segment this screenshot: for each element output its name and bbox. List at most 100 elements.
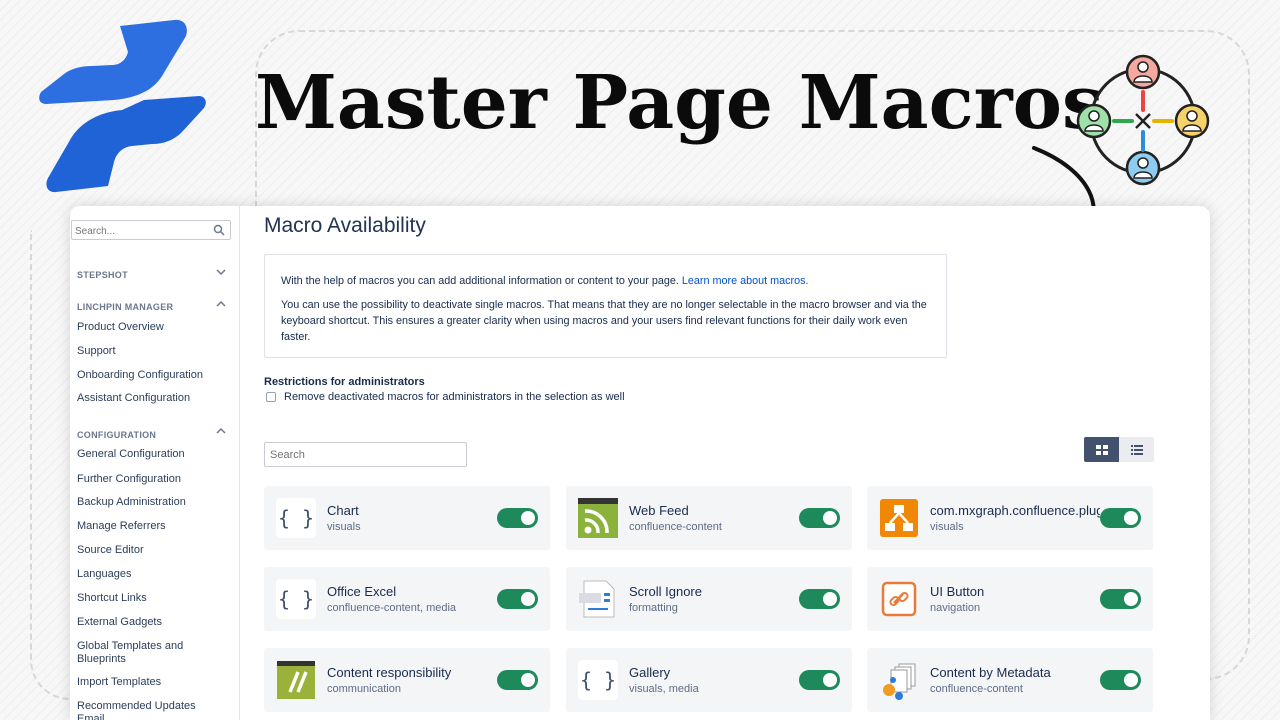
toggle-knob bbox=[1124, 511, 1138, 525]
info-paragraph-2: You can use the possibility to deactivat… bbox=[281, 299, 927, 343]
sidebar-section-configuration[interactable]: CONFIGURATION bbox=[77, 430, 156, 440]
macro-toggle[interactable] bbox=[497, 670, 538, 690]
toggle-knob bbox=[521, 592, 535, 606]
macro-name: UI Button bbox=[930, 584, 985, 599]
macro-category: confluence-content bbox=[930, 683, 1023, 695]
list-view-button[interactable] bbox=[1119, 437, 1154, 462]
macro-toggle[interactable] bbox=[497, 589, 538, 609]
sidebar-item-shortcut-links[interactable]: Shortcut Links bbox=[77, 592, 147, 604]
info-box: With the help of macros you can add addi… bbox=[264, 254, 947, 358]
macro-name: Scroll Ignore bbox=[629, 584, 702, 599]
macro-toggle[interactable] bbox=[1100, 508, 1141, 528]
macro-category: visuals bbox=[930, 521, 964, 533]
chevron-up-icon[interactable] bbox=[216, 300, 226, 308]
ignore-document-icon bbox=[579, 580, 615, 618]
braces-icon: { } bbox=[276, 579, 316, 619]
macro-category: formatting bbox=[629, 602, 678, 614]
confluence-logo-icon bbox=[39, 19, 206, 193]
link-button-icon bbox=[881, 581, 917, 617]
macro-toggle[interactable] bbox=[1100, 589, 1141, 609]
info-paragraph: With the help of macros you can add addi… bbox=[281, 273, 930, 289]
sidebar-item-product-overview[interactable]: Product Overview bbox=[77, 321, 164, 333]
metadata-pages-icon bbox=[883, 663, 916, 700]
macro-category: visuals, media bbox=[629, 683, 699, 695]
search-icon[interactable] bbox=[213, 224, 225, 236]
toggle-knob bbox=[823, 511, 837, 525]
sidebar-item-global-templates[interactable]: Global Templates and Blueprints bbox=[77, 640, 207, 666]
macro-card[interactable]: { } Gallery visuals, media bbox=[566, 648, 852, 712]
macro-name: Chart bbox=[327, 503, 359, 518]
sidebar-item-recommended-updates-email[interactable]: Recommended Updates Email bbox=[77, 700, 217, 720]
sidebar-item-further-configuration[interactable]: Further Configuration bbox=[77, 473, 181, 485]
macro-name: Web Feed bbox=[629, 503, 689, 518]
sidebar-item-manage-referrers[interactable]: Manage Referrers bbox=[77, 520, 166, 532]
braces-icon: { } bbox=[578, 660, 618, 700]
view-toggle bbox=[1084, 437, 1154, 462]
toggle-knob bbox=[1124, 673, 1138, 687]
toggle-knob bbox=[1124, 592, 1138, 606]
macro-toggle[interactable] bbox=[799, 589, 840, 609]
macro-toggle[interactable] bbox=[799, 670, 840, 690]
sidebar-item-external-gadgets[interactable]: External Gadgets bbox=[77, 616, 162, 628]
macro-card[interactable]: Scroll Ignore formatting bbox=[566, 567, 852, 631]
headline: Master Page Macros bbox=[255, 60, 1104, 146]
sidebar-item-source-editor[interactable]: Source Editor bbox=[77, 544, 144, 556]
sidebar-item-import-templates[interactable]: Import Templates bbox=[77, 676, 161, 688]
app-window: STEPSHOT LINCHPIN MANAGER Product Overvi… bbox=[70, 206, 1210, 720]
toggle-knob bbox=[521, 673, 535, 687]
braces-icon: { } bbox=[276, 498, 316, 538]
chevron-up-icon[interactable] bbox=[216, 427, 226, 435]
macro-search[interactable] bbox=[264, 442, 467, 467]
grid-icon bbox=[1095, 444, 1108, 455]
macro-name: com.mxgraph.confluence.plugins bbox=[930, 503, 1100, 518]
sidebar-section-stepshot[interactable]: STEPSHOT bbox=[77, 270, 128, 280]
restrictions-title: Restrictions for administrators bbox=[264, 376, 425, 388]
macro-name: Gallery bbox=[629, 665, 671, 680]
toggle-knob bbox=[521, 511, 535, 525]
macro-card[interactable]: com.mxgraph.confluence.plugins visuals bbox=[867, 486, 1153, 550]
macro-toggle[interactable] bbox=[497, 508, 538, 528]
learn-more-link[interactable]: Learn more about macros. bbox=[682, 275, 809, 287]
drawio-diagram-icon bbox=[880, 499, 918, 537]
list-icon bbox=[1130, 444, 1143, 455]
macro-card[interactable]: Web Feed confluence-content bbox=[566, 486, 852, 550]
grid-view-button[interactable] bbox=[1084, 437, 1119, 462]
rss-feed-icon bbox=[578, 498, 618, 538]
macro-card[interactable]: Content responsibility communication bbox=[264, 648, 550, 712]
sidebar-item-backup-administration[interactable]: Backup Administration bbox=[77, 496, 186, 508]
macro-card[interactable]: Content by Metadata confluence-content bbox=[867, 648, 1153, 712]
chevron-down-icon[interactable] bbox=[216, 268, 226, 276]
restrictions-option-label: Remove deactivated macros for administra… bbox=[284, 391, 625, 403]
macro-toggle[interactable] bbox=[1100, 670, 1141, 690]
sidebar-item-languages[interactable]: Languages bbox=[77, 568, 131, 580]
macro-name: Office Excel bbox=[327, 584, 397, 599]
macro-toggle[interactable] bbox=[799, 508, 840, 528]
macro-category: visuals bbox=[327, 521, 361, 533]
sidebar-item-onboarding-configuration[interactable]: Onboarding Configuration bbox=[77, 369, 203, 381]
macro-category: communication bbox=[327, 683, 401, 695]
toggle-knob bbox=[823, 673, 837, 687]
sidebar: STEPSHOT LINCHPIN MANAGER Product Overvi… bbox=[70, 206, 240, 720]
page-title: Macro Availability bbox=[264, 214, 426, 237]
sidebar-item-support[interactable]: Support bbox=[77, 345, 116, 357]
restrictions-option[interactable]: Remove deactivated macros for administra… bbox=[264, 391, 625, 403]
macro-card[interactable]: { } Chart visuals bbox=[264, 486, 550, 550]
macro-category: confluence-content, media bbox=[327, 602, 457, 614]
sidebar-item-assistant-configuration[interactable]: Assistant Configuration bbox=[77, 392, 190, 404]
macro-category: navigation bbox=[930, 602, 981, 614]
macro-name: Content responsibility bbox=[327, 665, 452, 680]
toggle-knob bbox=[823, 592, 837, 606]
sidebar-item-general-configuration[interactable]: General Configuration bbox=[77, 448, 185, 460]
info-text: With the help of macros you can add addi… bbox=[281, 275, 682, 287]
remove-deactivated-checkbox[interactable] bbox=[266, 392, 276, 402]
sidebar-search[interactable] bbox=[71, 220, 231, 241]
macro-card[interactable]: UI Button navigation bbox=[867, 567, 1153, 631]
slash-marks-icon bbox=[277, 661, 315, 699]
sidebar-section-linchpin-manager[interactable]: LINCHPIN MANAGER bbox=[77, 302, 173, 312]
main-content: Macro Availability With the help of macr… bbox=[264, 206, 1210, 720]
macro-category: confluence-content bbox=[629, 521, 722, 533]
macro-name: Content by Metadata bbox=[930, 665, 1051, 680]
sidebar-search-input[interactable] bbox=[72, 222, 202, 241]
macro-search-input[interactable] bbox=[265, 443, 455, 466]
macro-card[interactable]: { } Office Excel confluence-content, med… bbox=[264, 567, 550, 631]
